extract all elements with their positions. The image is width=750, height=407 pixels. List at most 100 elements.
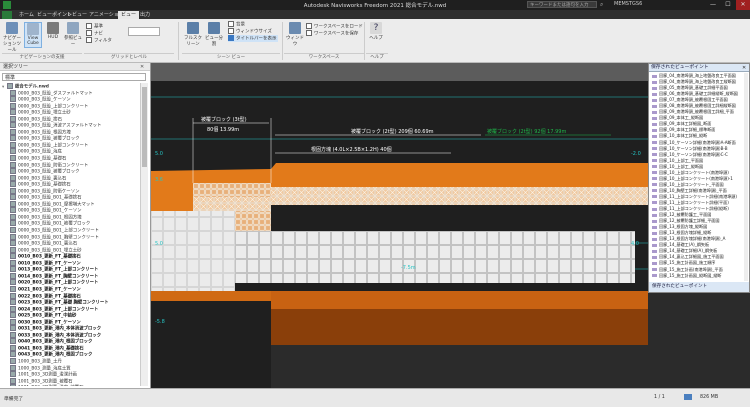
viewpoint-icon	[652, 220, 657, 223]
panel-close-icon[interactable]: ✕	[140, 64, 144, 70]
viewpoint-icon	[652, 123, 657, 126]
grid-check-3[interactable]: フィルタ	[86, 37, 126, 44]
label-block-center: 被覆ブロック (2t型) 209個 60.69m	[351, 128, 434, 135]
model-canvas[interactable]: 被覆ブロック (3t型) 80個 13.99m 被覆ブロック (2t型) 209…	[151, 63, 648, 388]
level-dropdown[interactable]	[128, 27, 160, 36]
fill-area-grid	[151, 211, 235, 291]
tab-output[interactable]: 出力	[137, 11, 153, 19]
layer-icon	[10, 168, 16, 174]
viewpoint-label: 回廊_09_本体工詳細図_断面	[659, 121, 711, 126]
viewpoint-label: 回廊_13_根固方塊詳細(南港埠頭)_A	[659, 236, 725, 241]
tab-view[interactable]: ビュー	[118, 11, 139, 19]
viewpoint-icon	[652, 268, 657, 271]
reference-icon	[67, 22, 79, 34]
grid-options: 基準 ナビ フィルタ	[86, 23, 126, 44]
layer-icon	[10, 201, 16, 207]
search-input[interactable]: キーワードまたは語句を入力	[527, 1, 597, 8]
reference-view-button[interactable]: 参照ビュー	[64, 22, 82, 48]
viewpoint-label: 回廊_14_基礎工詳細(A)_鋼矢板	[659, 248, 717, 253]
hud-icon	[47, 22, 59, 34]
foundation-blocks	[235, 231, 635, 283]
group-grid-label: グリッドとレベル	[84, 53, 174, 62]
fullscreen-button[interactable]: フルスクリーン	[184, 22, 202, 48]
viewpoint-icon	[652, 111, 657, 114]
viewpoint-icon	[652, 99, 657, 102]
minimize-button[interactable]: —	[706, 0, 720, 10]
viewpoint-label: 回廊_14_基礎工(A)_鋼矢板	[659, 242, 709, 247]
viewpoint-label: 回廊_06_南港埠頭_基礎工詳細縦断_縦断図	[659, 91, 738, 96]
armor-block-layer	[193, 197, 271, 211]
viewcube-button[interactable]: View Cube	[24, 22, 42, 48]
viewpoint-label: 回廊_12_被覆防護工詳細_平面図	[659, 218, 719, 223]
layer-icon	[10, 90, 16, 96]
viewpoint-label: 回廊_09_本体工_縦断図	[659, 115, 703, 120]
show-titlebar-option[interactable]: タイトルバーを表示	[228, 35, 278, 42]
ribbon-tabs: ホーム ビューポイント レビュー アニメーション ビュー 出力	[0, 10, 750, 19]
window-size-option[interactable]: ウィンドウサイズ	[228, 28, 278, 35]
panel-footer-tab[interactable]: 保存されたビューポイント	[649, 282, 749, 292]
viewpoint-icon	[652, 189, 657, 192]
layer-icon	[10, 122, 16, 128]
group-help-label: ヘルプ	[366, 53, 388, 62]
background-option[interactable]: 背景	[228, 21, 278, 28]
armor-block-center	[271, 187, 648, 205]
viewpoint-label: 回廊_10_上部コンクリート(南港埠頭)-1	[659, 176, 733, 181]
layer-icon	[10, 371, 16, 377]
layer-icon	[10, 306, 16, 312]
panel-close-icon[interactable]: ✕	[742, 65, 746, 71]
page-indicator: 1 / 1	[654, 395, 665, 400]
close-button[interactable]: ✕	[736, 0, 750, 10]
tree-scrollbar[interactable]	[140, 83, 148, 386]
workspace-options: ワークスペースをロード ワークスペースを保存	[306, 23, 366, 37]
tree-item-label: 0000_B03_既設_B01_上部コンクリート	[18, 229, 99, 234]
viewpoint-icon	[652, 208, 657, 211]
layer-icon	[10, 299, 16, 305]
user-name[interactable]: MEMSTGS6	[614, 1, 642, 7]
scrollbar-thumb[interactable]	[142, 87, 147, 167]
viewpoint-label: 回廊_04_南港埠頭_海上地盤改良工縦断図	[659, 79, 736, 84]
viewpoint-icon	[652, 159, 657, 162]
tree-item-label: 0000_B03_既設_B01_裏込石	[18, 242, 77, 247]
app-menu-button[interactable]	[2, 11, 12, 19]
viewpoint-icon	[652, 183, 657, 186]
layer-icon	[10, 135, 16, 141]
windows-button[interactable]: ウィンドウ	[286, 22, 304, 48]
layer-icon	[10, 345, 16, 351]
viewpoint-icon	[652, 117, 657, 120]
ribbon-separator	[178, 22, 179, 60]
load-workspace-item[interactable]: ワークスペースをロード	[306, 23, 366, 30]
viewpoint-icon	[652, 87, 657, 90]
viewpoint-icon	[652, 81, 657, 84]
viewpoint-label: 回廊_10_本体工詳細_縦断	[659, 133, 707, 138]
level-label: 4.0	[631, 241, 639, 247]
3d-viewport[interactable]: 被覆ブロック (3t型) 80個 13.99m 被覆ブロック (2t型) 209…	[151, 63, 648, 388]
maximize-button[interactable]: ☐	[721, 0, 735, 10]
viewpoint-icon	[652, 201, 657, 204]
viewpoint-scrollbar[interactable]	[744, 73, 748, 281]
selection-tree-panel: 選択ツリー ✕ 標準 ▾総合モデル.nwd 0000_B03_既設_ダスファルト…	[0, 63, 151, 388]
viewpoint-label: 回廊_05_南港埠頭_基礎工詳細平面図	[659, 85, 728, 90]
layer-icon	[10, 214, 16, 220]
grid-check-1[interactable]: 基準	[86, 23, 126, 30]
viewpoint-icon	[652, 214, 657, 217]
layer-icon	[10, 279, 16, 285]
search-icon[interactable]: ⌕	[600, 1, 603, 9]
ribbon: ナビゲーションツール View Cube HUD 参照ビュー 基準 ナビ フィル…	[0, 19, 750, 63]
grid-check-2[interactable]: ナビ	[86, 30, 126, 37]
split-view-button[interactable]: ビュー分割	[205, 22, 223, 48]
navigation-tools-button[interactable]: ナビゲーションツール	[3, 22, 21, 48]
seabed	[271, 345, 648, 388]
viewpoint-label: 回廊_15_施工計画図_縦断図_縦断	[659, 273, 722, 278]
viewpoint-label: 回廊_11_上部コンクリート詳細(平面)	[659, 200, 729, 205]
save-workspace-item[interactable]: ワークスペースを保存	[306, 30, 366, 37]
viewpoint-label: 回廊_10_ケーソン詳細(南港埠頭)C-C	[659, 152, 728, 157]
hud-button[interactable]: HUD	[44, 22, 62, 48]
help-button[interactable]: ? ヘルプ	[367, 22, 385, 48]
selection-tree: ▾総合モデル.nwd 0000_B03_既設_ダスファルトマット0000_B03…	[2, 83, 138, 386]
tree-mode-dropdown[interactable]: 標準	[2, 73, 146, 81]
level-label: -5.8	[155, 319, 165, 325]
viewpoint-item[interactable]: 回廊_15_施工計画図_縦断図_縦断	[652, 273, 744, 279]
layer-icon	[10, 142, 16, 148]
sky-band	[151, 63, 648, 81]
tree-item[interactable]: 1001_B03_3D測量_港内_被覆石	[2, 384, 138, 386]
